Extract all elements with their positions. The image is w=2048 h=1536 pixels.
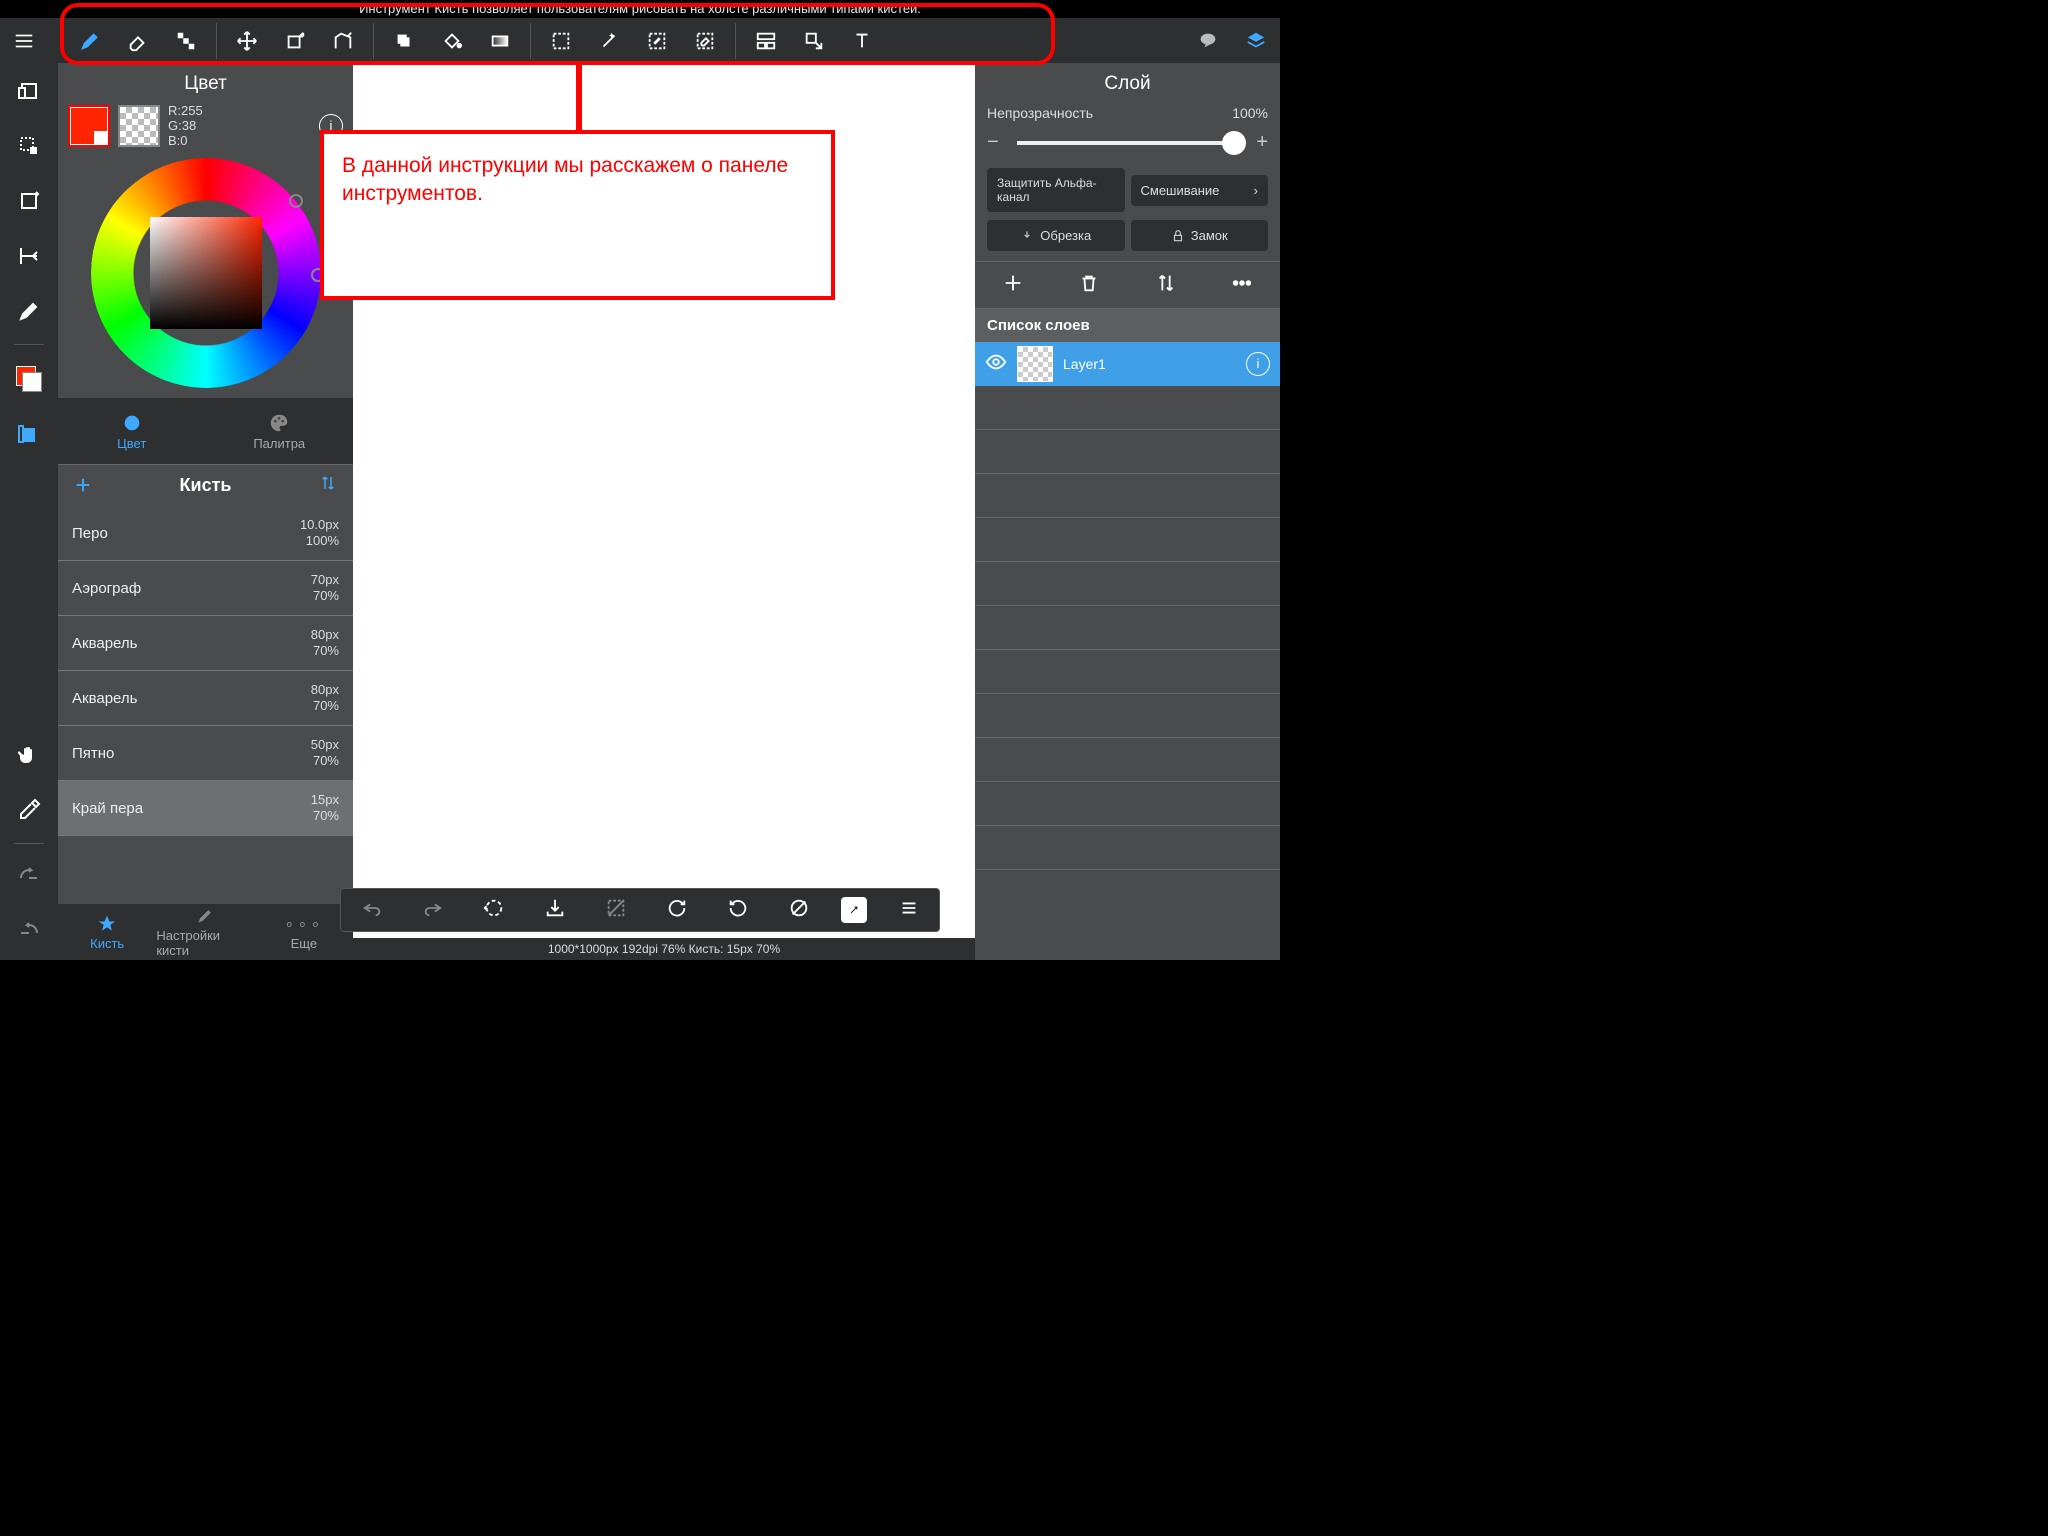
move-tool-icon[interactable]: [223, 18, 271, 63]
brush-item[interactable]: Край пера15px70%: [58, 781, 353, 836]
deselect-icon[interactable]: [597, 897, 635, 924]
secondary-swatch[interactable]: [118, 105, 160, 147]
color-brush-panel: Цвет R:255 G:38 B:0 i Цвет Палитра + Кис…: [58, 63, 353, 960]
rail-wrap-icon[interactable]: [0, 63, 58, 118]
rail-select-icon[interactable]: [0, 118, 58, 173]
transform-tool-icon[interactable]: [271, 18, 319, 63]
rail-undo-icon[interactable]: [0, 905, 58, 960]
rail-hand-icon[interactable]: [0, 727, 58, 782]
select-rect-icon[interactable]: [537, 18, 585, 63]
wand-tool-icon[interactable]: [585, 18, 633, 63]
brush-item[interactable]: Перо10.0px100%: [58, 506, 353, 561]
text-tool-icon[interactable]: [838, 18, 886, 63]
reorder-layer-button[interactable]: [1155, 272, 1177, 299]
rail-eyedrop-icon[interactable]: [0, 782, 58, 837]
sort-brush-button[interactable]: [303, 474, 353, 497]
layers-panel: Слой Непрозрачность 100% − + Защитить Ал…: [975, 63, 1280, 960]
add-brush-button[interactable]: +: [58, 470, 108, 501]
brush-item[interactable]: Аэрограф70px70%: [58, 561, 353, 616]
float-menu-icon[interactable]: [890, 897, 928, 924]
dots-tool-icon[interactable]: [162, 18, 210, 63]
eraser-tool-icon[interactable]: [114, 18, 162, 63]
opacity-minus[interactable]: −: [987, 131, 999, 154]
bucket-tool-icon[interactable]: [428, 18, 476, 63]
crop-button[interactable]: Обрезка: [987, 220, 1125, 251]
opacity-value: 100%: [1232, 105, 1268, 121]
add-layer-button[interactable]: [1002, 272, 1024, 299]
opacity-plus[interactable]: +: [1256, 131, 1268, 154]
btab-settings[interactable]: Настройки кисти: [156, 904, 254, 960]
mesh-tool-icon[interactable]: [319, 18, 367, 63]
brush-item[interactable]: Пятно50px70%: [58, 726, 353, 781]
floating-toolbar[interactable]: [340, 888, 940, 932]
more-layer-button[interactable]: [1231, 272, 1253, 299]
menu-button[interactable]: [0, 18, 48, 63]
no-view-icon[interactable]: [780, 897, 818, 924]
tab-palette[interactable]: Палитра: [206, 398, 354, 464]
brush-item[interactable]: Акварель80px70%: [58, 671, 353, 726]
primary-swatch[interactable]: [68, 105, 110, 147]
rail-swatch[interactable]: [0, 351, 58, 406]
fullscreen-icon[interactable]: [841, 897, 867, 923]
rail-bg-icon[interactable]: [0, 406, 58, 461]
brush-item[interactable]: Акварель80px70%: [58, 616, 353, 671]
chat-icon[interactable]: [1184, 18, 1232, 63]
tab-color[interactable]: Цвет: [58, 398, 206, 464]
frame-tool-icon[interactable]: [742, 18, 790, 63]
opacity-label: Непрозрачность: [987, 105, 1093, 121]
redo-icon[interactable]: [414, 897, 452, 924]
layer-name: Layer1: [1063, 356, 1236, 372]
color-panel-title: Цвет: [58, 63, 353, 103]
blend-button[interactable]: Смешивание›: [1131, 175, 1269, 206]
layer-info-icon[interactable]: i: [1246, 352, 1270, 376]
left-rail: [0, 63, 58, 960]
annotation-leader: [576, 65, 582, 137]
delete-layer-button[interactable]: [1078, 272, 1100, 299]
color-wheel[interactable]: [58, 148, 353, 398]
rotate-ccw-icon[interactable]: [475, 897, 513, 924]
brush-list[interactable]: Перо10.0px100%Аэрограф70px70%Акварель80p…: [58, 506, 353, 904]
btab-brush[interactable]: Кисть: [58, 904, 156, 960]
alpha-lock-button[interactable]: Защитить Альфа-канал: [987, 168, 1125, 212]
annotation-box: В данной инструкции мы расскажем о панел…: [320, 130, 835, 300]
rail-flip-icon[interactable]: [0, 228, 58, 283]
layer-list-title: Список слоев: [975, 309, 1280, 342]
save-icon[interactable]: [536, 897, 574, 924]
btab-more[interactable]: ∘∘∘ Еще: [255, 904, 353, 960]
layer-row[interactable]: Layer1 i: [975, 342, 1280, 386]
top-toolbar: [0, 18, 1280, 63]
brush-tool-icon[interactable]: [66, 18, 114, 63]
layer-visibility-icon[interactable]: [985, 351, 1007, 378]
select-brush-icon[interactable]: [633, 18, 681, 63]
reset-icon[interactable]: [658, 897, 696, 924]
brush-panel-title: Кисть: [108, 475, 303, 496]
layer-thumb: [1017, 346, 1053, 382]
layers-title: Слой: [975, 63, 1280, 101]
rail-redo-icon[interactable]: [0, 850, 58, 905]
ref-tool-icon[interactable]: [790, 18, 838, 63]
status-bar: 1000*1000px 192dpi 76% Кисть: 15px 70%: [353, 938, 975, 960]
select-erase-icon[interactable]: [681, 18, 729, 63]
rail-rotate-icon[interactable]: [0, 173, 58, 228]
rgb-readout: R:255 G:38 B:0: [168, 103, 203, 148]
fill-tool-icon[interactable]: [380, 18, 428, 63]
layers-icon[interactable]: [1232, 18, 1280, 63]
gradient-tool-icon[interactable]: [476, 18, 524, 63]
rotate-cw-icon[interactable]: [719, 897, 757, 924]
help-text: Инструмент Кисть позволяет пользователям…: [0, 0, 1280, 20]
opacity-slider[interactable]: [1017, 141, 1239, 145]
rail-brush-icon[interactable]: [0, 283, 58, 338]
lock-button[interactable]: Замок: [1131, 220, 1269, 251]
undo-icon[interactable]: [353, 897, 391, 924]
